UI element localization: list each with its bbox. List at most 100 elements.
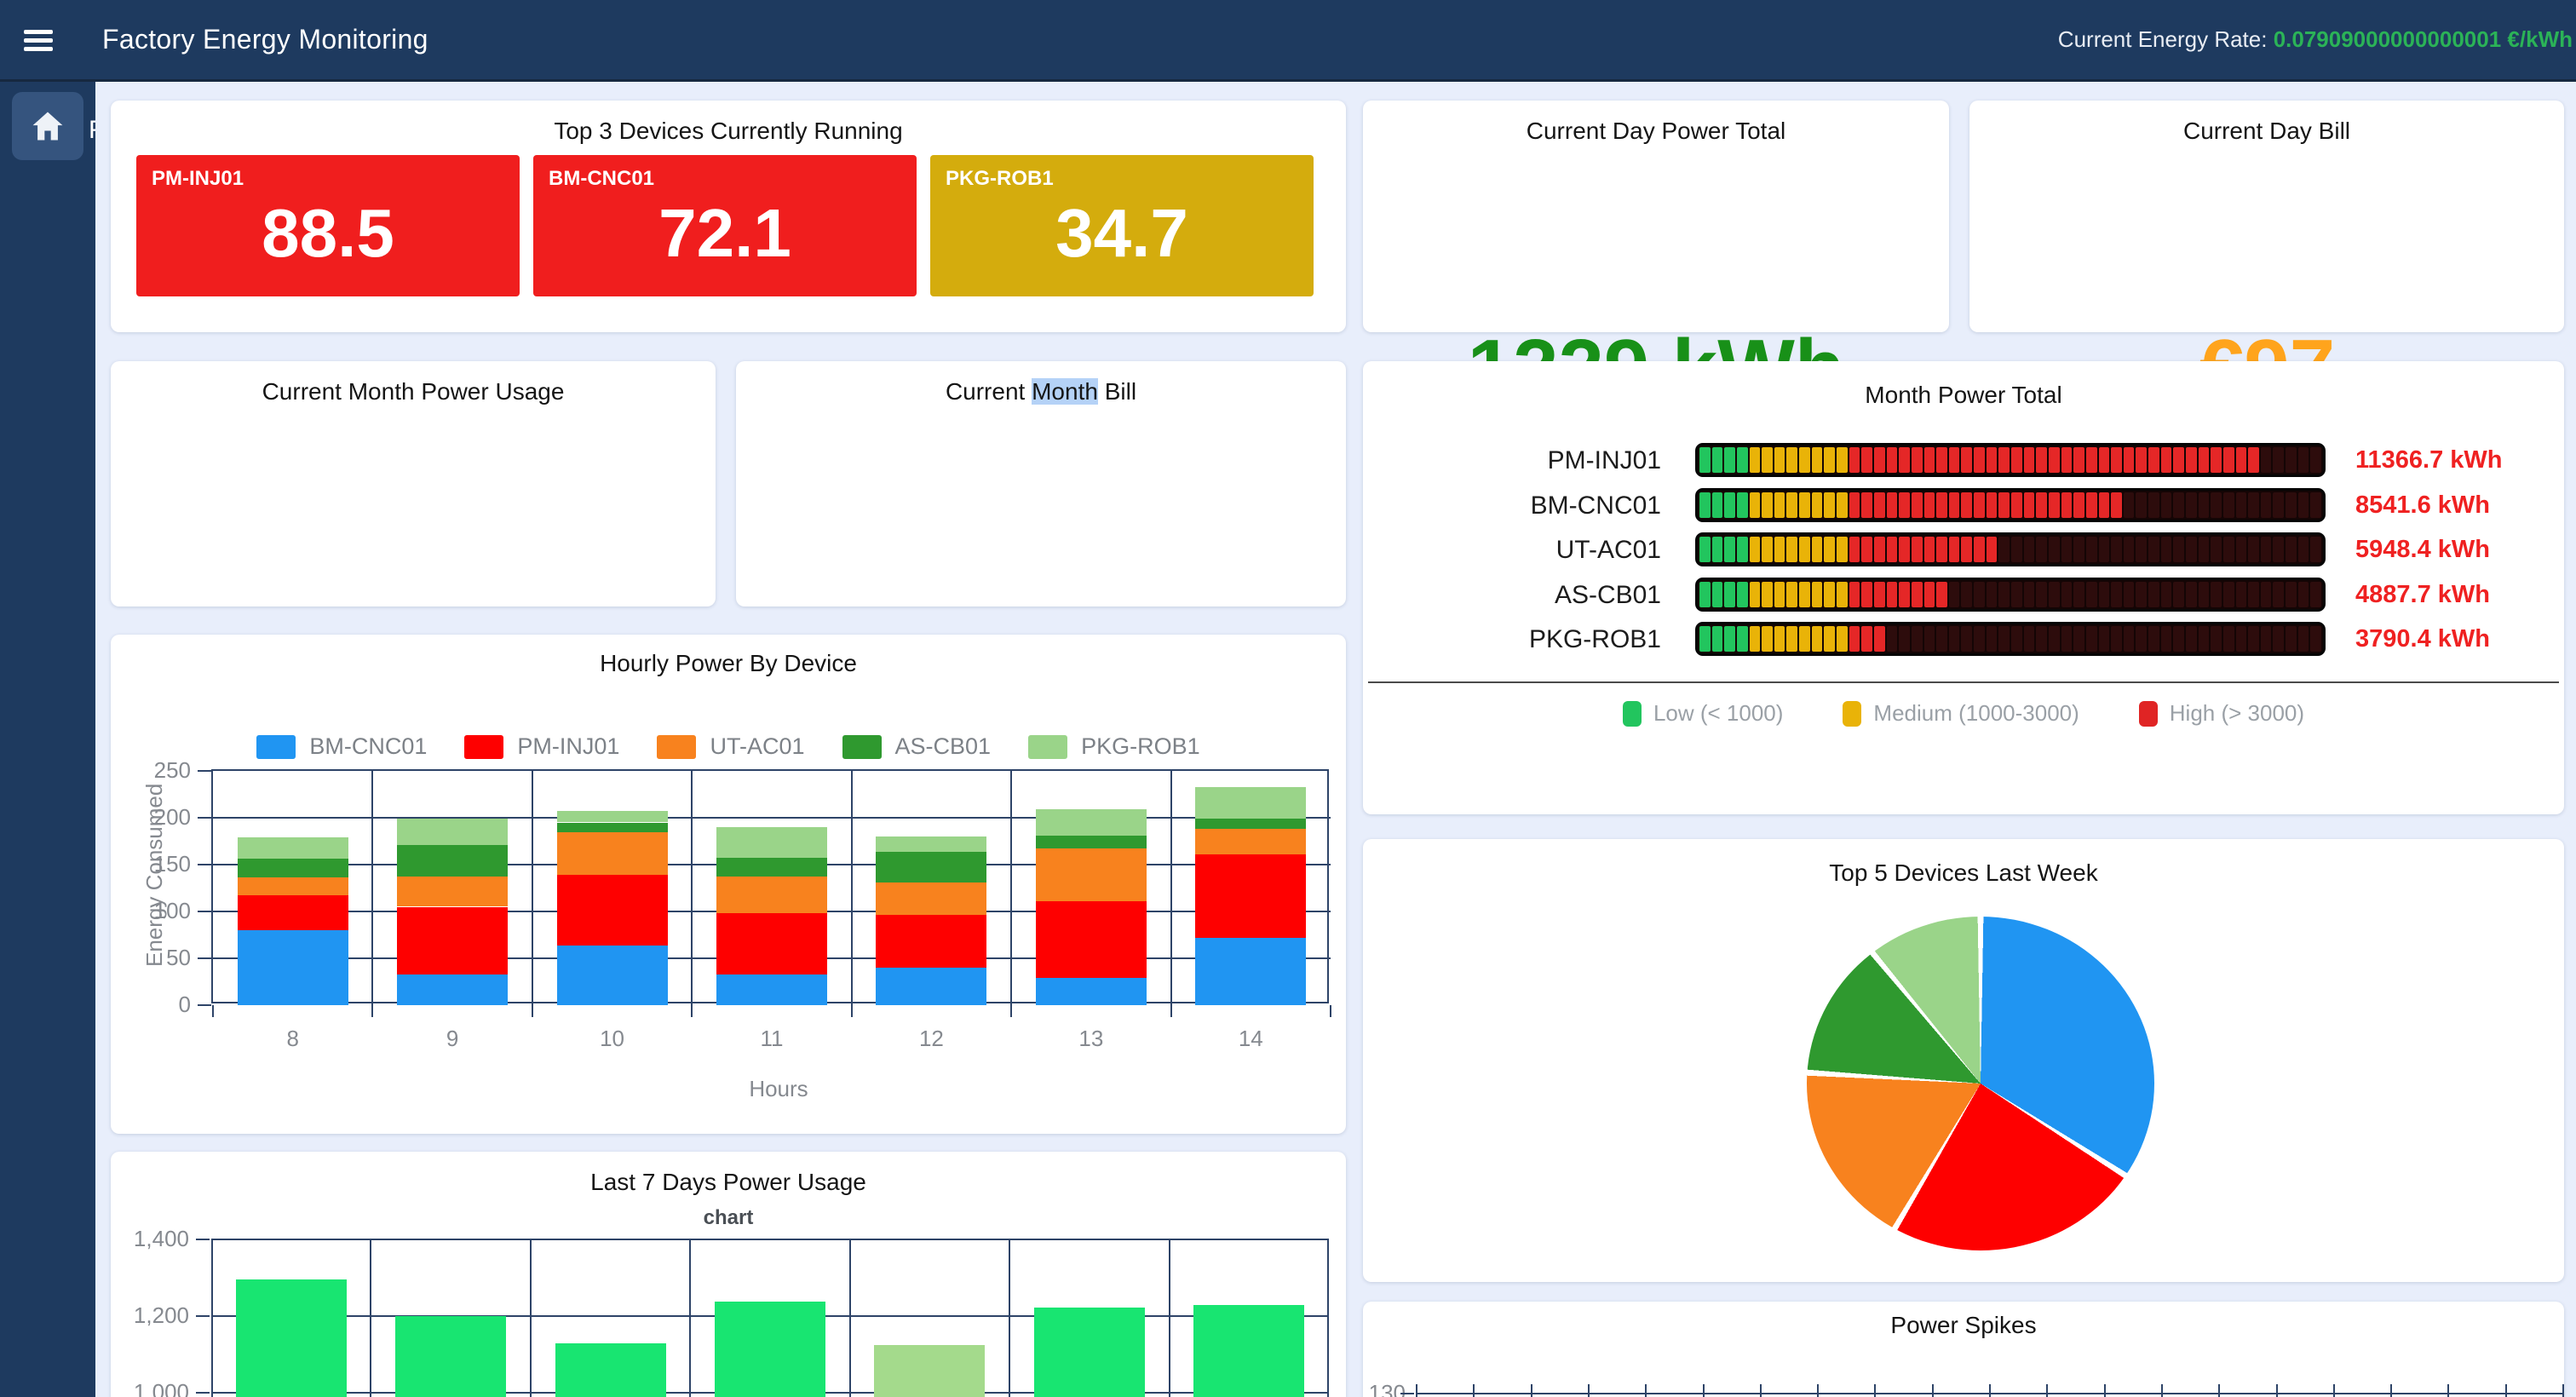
gauge-segment <box>2286 582 2297 607</box>
gauge-segment <box>2248 447 2259 473</box>
x-tick <box>2046 1384 2048 1397</box>
legend-swatch <box>842 735 882 759</box>
gauge-segment <box>1899 582 1910 607</box>
stacked-bar-segment <box>1036 848 1147 901</box>
x-tick <box>1010 1005 1012 1017</box>
x-tick-label: 9 <box>372 1026 532 1052</box>
gauge-row-label: PM-INJ01 <box>1363 446 1661 475</box>
stacked-bar-segment <box>716 858 827 877</box>
stacked-bar-segment <box>557 811 668 822</box>
gauge-segment <box>2199 582 2210 607</box>
gauge-segment <box>1750 537 1761 562</box>
legend-swatch <box>1843 701 1861 727</box>
x-tick-label: 13 <box>1011 1026 1170 1052</box>
home-button[interactable] <box>12 92 83 160</box>
hamburger-menu-icon[interactable] <box>24 26 55 56</box>
stacked-bar-segment <box>1195 854 1306 938</box>
gauge-segment <box>2186 537 2197 562</box>
gridline-v <box>691 771 693 1005</box>
gauge-segment <box>1998 447 2010 473</box>
gauge-segment <box>2223 626 2234 652</box>
gauge-segment <box>1824 447 1835 473</box>
gauge-segment <box>2248 492 2259 518</box>
gauge-segment <box>1949 492 1960 518</box>
day-bill-panel: Current Day Bill €97 <box>1969 101 2564 332</box>
gauge-segment <box>2248 626 2259 652</box>
gauge-segment <box>2273 492 2284 518</box>
gauge-segment <box>1861 537 1872 562</box>
gauge-segment <box>2148 492 2159 518</box>
gauge-segment <box>1974 447 1985 473</box>
gauge-segment <box>2310 447 2321 473</box>
legend-item: BM-CNC01 <box>256 733 427 760</box>
gauge-segment <box>2223 582 2234 607</box>
bar <box>874 1345 985 1397</box>
gauge-segment <box>1712 447 1723 473</box>
gauge-segment <box>1861 582 1872 607</box>
y-tick <box>198 817 211 819</box>
y-tick-label: 0 <box>128 992 191 1018</box>
gauge-segment <box>2236 447 2247 473</box>
x-tick <box>532 1005 533 1017</box>
gauge-segment <box>2061 447 2073 473</box>
x-tick <box>371 1005 373 1017</box>
gauge-segment <box>1712 626 1723 652</box>
title-post: Bill <box>1098 378 1136 405</box>
gauge-segment <box>1861 492 1872 518</box>
divider <box>1368 681 2559 683</box>
stacked-bar-segment <box>716 827 827 858</box>
panel-title: Current Day Bill <box>1969 118 2564 145</box>
gauge-segment <box>1762 582 1773 607</box>
x-tick <box>212 1005 214 1017</box>
gauge-segment <box>1874 447 1885 473</box>
stacked-bar-segment <box>716 913 827 974</box>
gauge-legend: Low (< 1000)Medium (1000-3000)High (> 30… <box>1363 700 2564 727</box>
gauge-segment <box>2173 492 2184 518</box>
x-tick <box>2276 1384 2278 1397</box>
bar <box>1034 1308 1145 1397</box>
legend-item: AS-CB01 <box>842 733 992 760</box>
gauge-segment <box>1949 447 1960 473</box>
gauge-bar <box>1695 622 2326 656</box>
gauge-segment <box>1750 626 1761 652</box>
bar <box>1193 1305 1304 1397</box>
gauge-segment <box>2011 582 2022 607</box>
y-tick-label: 1,200 <box>111 1302 189 1329</box>
gauge-segment <box>2199 492 2210 518</box>
gauge-segment <box>1961 492 1972 518</box>
panel-title: Hourly Power By Device <box>111 650 1346 677</box>
legend-label: Low (< 1000) <box>1653 700 1783 727</box>
gauge-segment <box>2211 582 2222 607</box>
device-tile-name: PKG-ROB1 <box>946 167 1054 191</box>
gauge-segment <box>1699 537 1711 562</box>
gauge-segment <box>2099 537 2110 562</box>
gridline-v <box>530 1239 532 1397</box>
gauge-segment <box>1737 447 1748 473</box>
gauge-segment <box>2261 626 2272 652</box>
gauge-segment <box>1998 492 2010 518</box>
gauge-segment <box>2298 626 2309 652</box>
gauge-row-label: AS-CB01 <box>1363 581 1661 610</box>
legend-swatch <box>256 735 296 759</box>
y-tick <box>198 911 211 912</box>
legend-label: AS-CB01 <box>895 733 992 760</box>
home-icon <box>29 107 66 145</box>
gauge-segment <box>1899 447 1910 473</box>
month-power-usage-panel: Current Month Power Usage 34535 kWh <box>111 361 716 607</box>
gauge-segment <box>2136 447 2147 473</box>
gauge-segment <box>1849 447 1860 473</box>
x-tick <box>2447 1384 2449 1397</box>
stacked-bar-segment <box>876 915 986 968</box>
stacked-bar-segment <box>1036 901 1147 978</box>
gauge-row-label: UT-AC01 <box>1363 536 1661 565</box>
gauge-segment <box>2011 537 2022 562</box>
gridline-v <box>371 771 373 1005</box>
gauge-segment <box>2111 537 2122 562</box>
day-power-total-panel: Current Day Power Total 1229 kWh <box>1363 101 1949 332</box>
gauge-segment <box>1737 492 1748 518</box>
y-tick <box>196 1392 210 1394</box>
gauge-bar <box>1695 532 2326 566</box>
y-tick-label: 250 <box>128 757 191 784</box>
gauge-segment <box>2073 582 2084 607</box>
gauge-segment <box>2099 626 2110 652</box>
